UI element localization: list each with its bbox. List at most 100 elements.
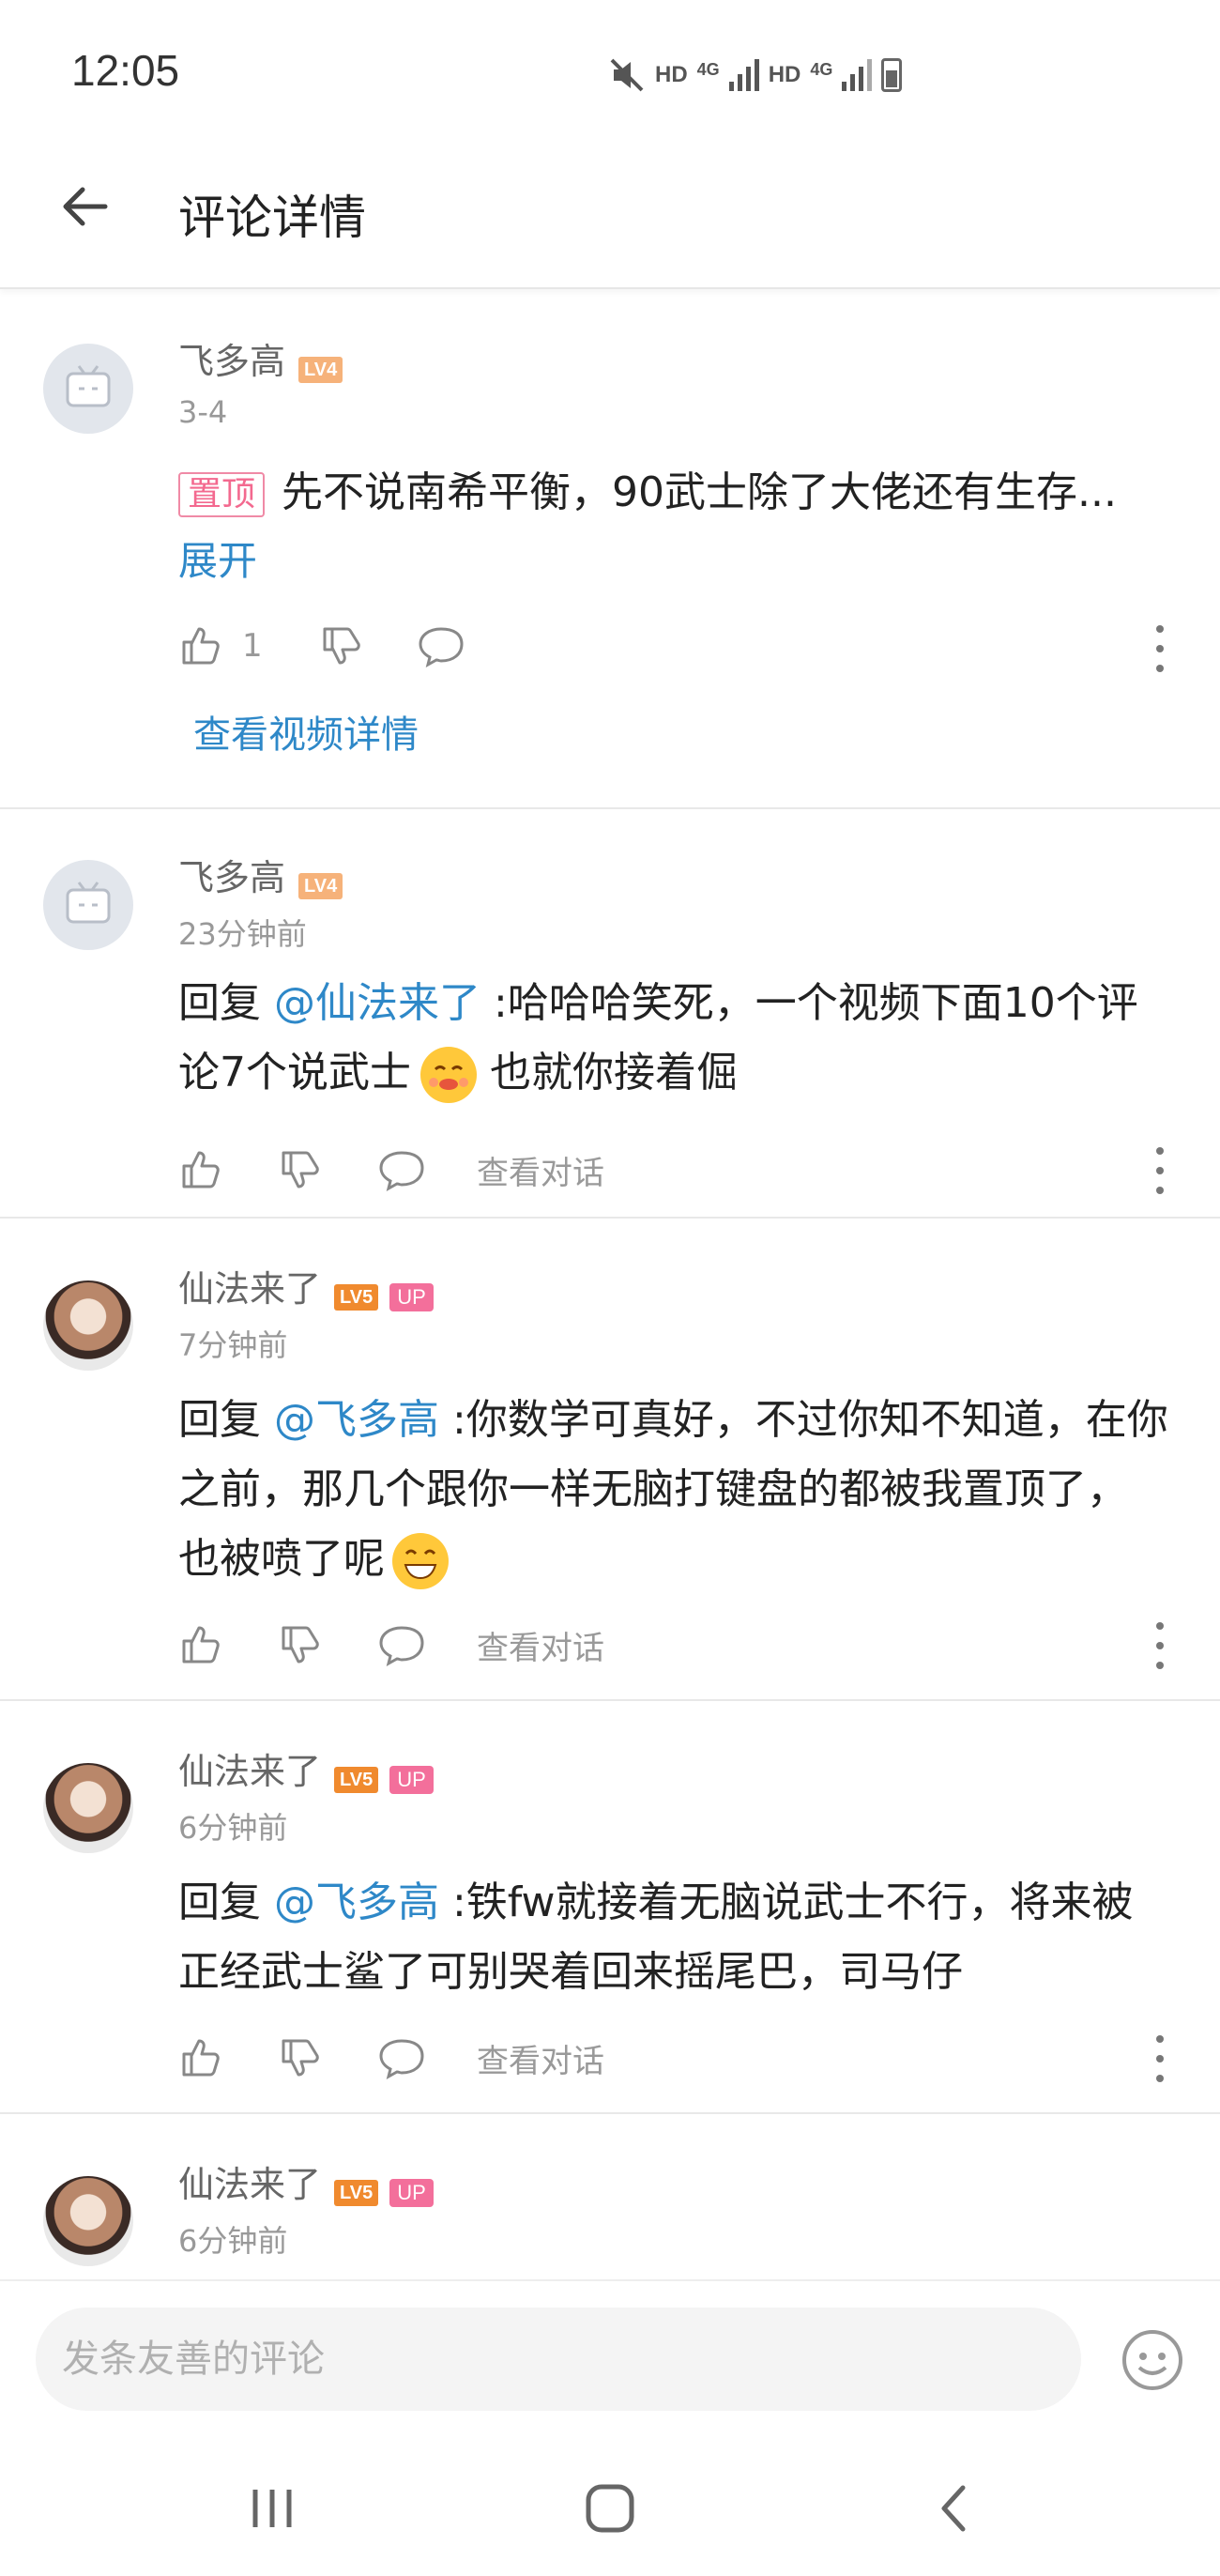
expand-link[interactable]: 展开	[178, 529, 257, 587]
mute-icon	[610, 58, 644, 92]
comment-text: :铁fw就接着无脑说武士不行，将来被	[439, 1878, 1134, 1926]
reply-prefix: 回复	[178, 1878, 274, 1926]
comment-bubble-icon	[379, 1626, 424, 1666]
more-vertical-icon[interactable]	[1151, 2035, 1169, 2082]
level-badge: LV5	[334, 1766, 379, 1793]
dislike-button[interactable]	[319, 623, 364, 668]
dislike-button[interactable]	[278, 1147, 323, 1192]
more-vertical-icon[interactable]	[1151, 625, 1169, 672]
network-4g-label-2: 4G	[810, 59, 833, 79]
comment-time: 7分钟前	[178, 1327, 288, 1363]
network-hd-label: HD	[655, 62, 688, 87]
comment-header: 飞多高 LV4	[178, 849, 343, 900]
comment-text: 论7个说武士	[178, 1049, 411, 1096]
avatar[interactable]	[43, 2176, 133, 2266]
comment-bubble-icon	[419, 627, 464, 667]
comment-text: :你数学可真好，不过你知不知道，在你	[439, 1396, 1168, 1444]
comment-time: 6分钟前	[178, 1810, 288, 1846]
bili-tv-icon	[66, 365, 111, 407]
like-count: 1	[242, 627, 263, 665]
pinned-badge: 置顶	[178, 472, 266, 517]
level-badge: LV4	[298, 872, 343, 899]
back-nav-icon[interactable]	[929, 2482, 982, 2535]
comment-bubble-icon	[379, 2039, 424, 2079]
level-badge: LV5	[334, 1283, 379, 1311]
avatar[interactable]	[43, 1280, 133, 1371]
comment-item: 仙法来了 LV5 UP 7分钟前 回复 @飞多高 :你数学可真好，不过你知不知道，在…	[0, 1219, 1220, 1701]
mention-link[interactable]: @飞多高	[274, 1878, 439, 1926]
comment-input[interactable]: 发条友善的评论	[36, 2308, 1081, 2411]
up-badge: UP	[389, 1282, 434, 1311]
username[interactable]: 飞多高	[178, 857, 285, 898]
comment-time: 6分钟前	[178, 2223, 288, 2259]
comment-actions: 1	[178, 618, 465, 674]
view-video-details-link[interactable]: 查看视频详情	[193, 704, 419, 759]
network-hd-label-2: HD	[768, 62, 801, 87]
view-conversation-link[interactable]: 查看对话	[477, 1622, 604, 1668]
avatar[interactable]	[43, 860, 133, 950]
comment-item: 飞多高 LV4 3-4 置顶 先不说南希平衡，90武士除了大佬还有生存... 展开 …	[0, 291, 1220, 809]
reply-button[interactable]	[377, 2035, 426, 2080]
thumbs-down-icon	[282, 1151, 319, 1188]
back-arrow-icon[interactable]	[56, 178, 113, 235]
username[interactable]: 仙法来了	[178, 1751, 321, 1792]
comment-header: 仙法来了 LV5 UP	[178, 2155, 434, 2207]
signal-icon	[728, 59, 759, 91]
recent-apps-icon[interactable]	[246, 2482, 298, 2535]
mention-link[interactable]: @仙法来了	[274, 979, 480, 1027]
comment-body: 回复 @飞多高 :你数学可真好，不过你知不知道，在你 之前，那几个跟你一样无脑打…	[178, 1386, 1192, 1594]
username[interactable]: 仙法来了	[178, 1268, 321, 1310]
view-conversation-link[interactable]: 查看对话	[477, 1147, 604, 1193]
like-button[interactable]	[178, 1147, 223, 1192]
comment-body: 置顶 先不说南希平衡，90武士除了大佬还有生存...	[178, 458, 1192, 528]
grin-emoji-icon	[392, 1533, 449, 1589]
username[interactable]: 飞多高	[178, 341, 285, 382]
view-conversation-link[interactable]: 查看对话	[477, 2035, 604, 2081]
comment-actions: 查看对话	[178, 1142, 604, 1198]
comment-bubble-icon	[379, 1151, 424, 1191]
username[interactable]: 仙法来了	[178, 2164, 321, 2205]
avatar[interactable]	[43, 344, 133, 434]
comment-item: 仙法来了 LV5 UP 6分钟前 回复 @飞多高 :铁fw就接着无脑说武士不行，将来…	[0, 1701, 1220, 2114]
thumbs-down-icon	[282, 2039, 319, 2077]
like-button[interactable]	[178, 1622, 223, 1667]
signal-icon-2	[842, 59, 873, 91]
comment-header: 飞多高 LV4	[178, 332, 343, 384]
home-icon[interactable]	[584, 2482, 636, 2535]
mention-link[interactable]: @飞多高	[274, 1396, 439, 1444]
thumbs-down-icon	[282, 1626, 319, 1664]
comment-header: 仙法来了 LV5 UP	[178, 1742, 434, 1794]
avatar[interactable]	[43, 1763, 133, 1853]
reply-button[interactable]	[417, 623, 465, 668]
more-vertical-icon[interactable]	[1151, 1622, 1169, 1669]
comment-text: 也被喷了呢	[178, 1535, 385, 1583]
thumbs-up-icon	[182, 1626, 220, 1664]
reply-prefix: 回复	[178, 1396, 274, 1444]
comment-text: 正经武士鲨了可别哭着回来摇尾巴，司马仔	[178, 1948, 963, 1996]
status-icons: HD 4G HD 4G	[608, 53, 903, 98]
comment-text: :哈哈哈笑死，一个视频下面10个评	[480, 979, 1138, 1027]
reply-button[interactable]	[377, 1622, 426, 1667]
thumbs-up-icon	[182, 2039, 220, 2077]
giggle-emoji-icon	[420, 1047, 477, 1103]
dislike-button[interactable]	[278, 2035, 323, 2080]
reply-prefix: 回复	[178, 979, 274, 1027]
emoji-icon[interactable]	[1121, 2328, 1184, 2392]
page-title: 评论详情	[178, 191, 366, 245]
like-button[interactable]: 1	[178, 623, 263, 668]
like-button[interactable]	[178, 2035, 223, 2080]
comment-item: 飞多高 LV4 23分钟前 回复 @仙法来了 :哈哈哈笑死，一个视频下面10个评 …	[0, 809, 1220, 1219]
network-4g-label: 4G	[696, 59, 720, 79]
comment-text: 也就你接着倔	[477, 1049, 738, 1096]
reply-button[interactable]	[377, 1147, 426, 1192]
comment-item: 仙法来了 LV5 UP 6分钟前	[0, 2114, 1220, 2279]
status-time: 12:05	[71, 46, 180, 95]
comment-actions: 查看对话	[178, 2030, 604, 2086]
thumbs-up-icon	[182, 1151, 220, 1188]
more-vertical-icon[interactable]	[1151, 1147, 1169, 1194]
thumbs-up-icon	[182, 627, 220, 665]
comment-body: 回复 @仙法来了 :哈哈哈笑死，一个视频下面10个评 论7个说武士 也就你接着倔	[178, 969, 1192, 1108]
up-badge: UP	[389, 2178, 434, 2207]
level-badge: LV4	[298, 356, 343, 383]
dislike-button[interactable]	[278, 1622, 323, 1667]
